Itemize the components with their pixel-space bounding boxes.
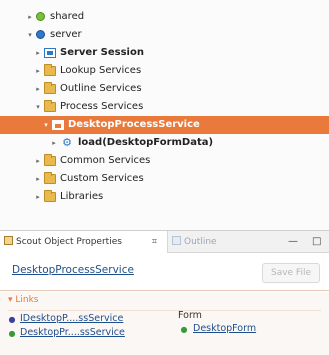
- interface-icon: ●: [8, 315, 16, 324]
- tree-item-server-session[interactable]: ▸ Server Session: [0, 44, 329, 62]
- tree-item-outline-services[interactable]: ▸ Outline Services: [0, 80, 329, 98]
- expand-arrow-icon[interactable]: ▸: [34, 152, 42, 170]
- tree-item-label: Custom Services: [60, 173, 144, 184]
- properties-icon: [4, 236, 13, 245]
- service-class-link[interactable]: DesktopPr....ssService: [20, 327, 125, 338]
- tab-label: Outline: [184, 237, 217, 247]
- save-file-button[interactable]: Save File: [262, 263, 320, 283]
- links-section-header[interactable]: ▾ Links: [8, 295, 39, 305]
- folder-icon: [44, 190, 56, 202]
- tree-item-process-services[interactable]: ▾ Process Services: [0, 98, 329, 116]
- form-title-link[interactable]: DesktopProcessService: [12, 264, 134, 276]
- tab-outline[interactable]: Outline: [172, 231, 252, 253]
- expand-arrow-icon[interactable]: ▸: [34, 44, 42, 62]
- tree-item-desktop-process-service[interactable]: ▾ DesktopProcessService: [0, 116, 329, 134]
- tree-item-libraries[interactable]: ▸ Libraries: [0, 188, 329, 206]
- collapse-arrow-icon[interactable]: ▾: [34, 98, 42, 116]
- tree-item-lookup-services[interactable]: ▸ Lookup Services: [0, 62, 329, 80]
- tree-item-label: Lookup Services: [60, 65, 142, 76]
- expand-arrow-icon[interactable]: ▸: [34, 188, 42, 206]
- tree-item-shared[interactable]: ▸ shared: [0, 8, 329, 26]
- minimize-icon[interactable]: —: [288, 231, 298, 253]
- folder-icon: [44, 100, 56, 112]
- collapse-arrow-icon[interactable]: ▾: [42, 116, 50, 134]
- expand-arrow-icon[interactable]: ▸: [50, 134, 58, 152]
- tree-item-server[interactable]: ▾ server: [0, 26, 329, 44]
- tree-item-label: Outline Services: [60, 83, 142, 94]
- session-icon: [44, 48, 56, 58]
- tree-item-label: load(DesktopFormData): [78, 137, 214, 148]
- project-tree: ▸ shared ▾ server ▸ Server Session ▸ Loo…: [0, 0, 329, 230]
- tree-item-label: DesktopProcessService: [68, 119, 200, 130]
- links-section: ▾ Links ● IDesktopP....ssService ● Deskt…: [0, 292, 329, 355]
- tree-item-common-services[interactable]: ▸ Common Services: [0, 152, 329, 170]
- form-label: Form: [178, 310, 202, 321]
- class-icon: ●: [8, 329, 16, 338]
- folder-icon: [44, 82, 56, 94]
- view-tab-bar: Scout Object Properties ⌗ Outline — □: [0, 231, 329, 253]
- collapse-arrow-icon[interactable]: ▾: [26, 26, 34, 44]
- close-tab-icon[interactable]: ⌗: [152, 231, 157, 253]
- expand-arrow-icon[interactable]: ▸: [34, 170, 42, 188]
- tree-item-label: Process Services: [60, 101, 144, 112]
- section-divider: [0, 290, 329, 291]
- section-divider: [8, 310, 321, 311]
- tab-scout-object-properties[interactable]: Scout Object Properties ⌗: [0, 231, 168, 253]
- tree-item-label: Server Session: [60, 47, 144, 58]
- tab-label: Scout Object Properties: [16, 237, 122, 247]
- expand-arrow-icon[interactable]: ▸: [34, 80, 42, 98]
- outline-icon: [172, 236, 181, 245]
- form-class-icon: ●: [180, 325, 188, 334]
- tree-item-label: shared: [50, 11, 85, 22]
- tree-item-label: Common Services: [60, 155, 151, 166]
- service-icon: [52, 120, 64, 130]
- operation-icon: ⚙: [62, 136, 72, 149]
- tree-item-custom-services[interactable]: ▸ Custom Services: [0, 170, 329, 188]
- properties-view: Scout Object Properties ⌗ Outline — □ De…: [0, 230, 329, 355]
- interface-link[interactable]: IDesktopP....ssService: [20, 313, 123, 324]
- expand-arrow-icon[interactable]: ▸: [26, 8, 34, 26]
- folder-icon: [44, 154, 56, 166]
- folder-icon: [44, 172, 56, 184]
- form-link[interactable]: DesktopForm: [193, 323, 256, 334]
- expand-arrow-icon[interactable]: ▸: [34, 62, 42, 80]
- folder-icon: [44, 64, 56, 76]
- tree-item-label: Libraries: [60, 191, 104, 202]
- tree-item-label: server: [50, 29, 82, 40]
- blue-dot-icon: [36, 30, 45, 39]
- maximize-icon[interactable]: □: [312, 231, 321, 253]
- tree-item-load-operation[interactable]: ▸ ⚙ load(DesktopFormData): [0, 134, 329, 152]
- green-dot-icon: [36, 12, 45, 21]
